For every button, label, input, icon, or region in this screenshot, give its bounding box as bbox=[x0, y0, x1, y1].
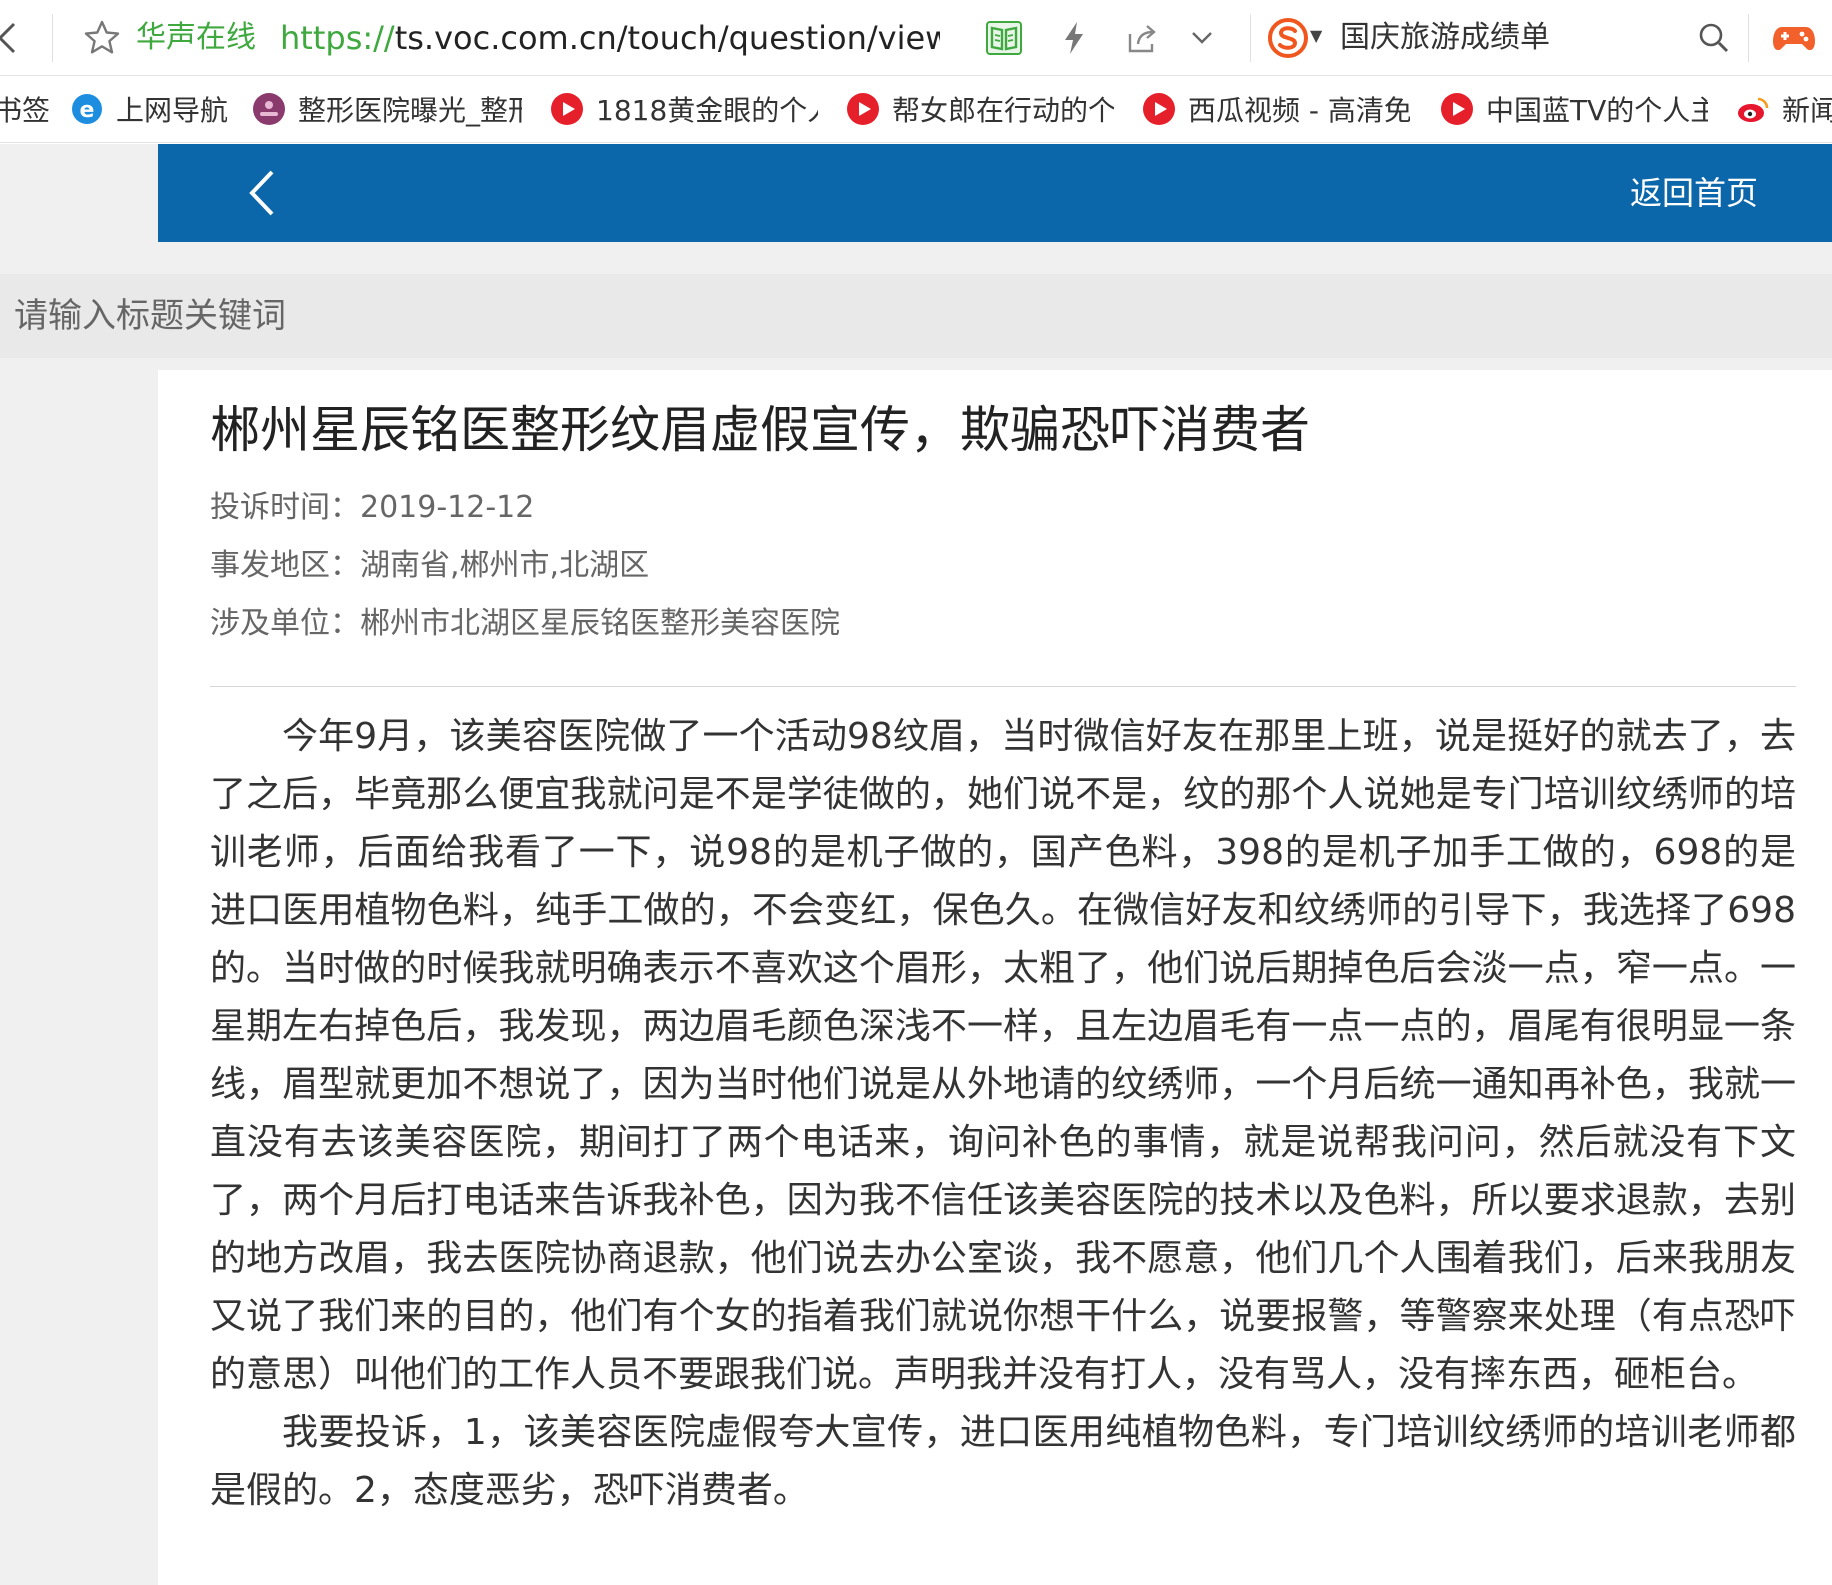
bookmarks-bar: 书签 e 上网导航 整形医院曝光_整形 1818黄金眼的个人 帮女郎在行动的个 … bbox=[0, 77, 1832, 143]
article-card: 郴州星辰铭医整形纹眉虚假宣传，欺骗恐吓消费者 投诉时间：2019-12-12 事… bbox=[158, 370, 1832, 1585]
site-name: 华声在线 bbox=[136, 20, 256, 55]
sogou-search-engine-icon[interactable] bbox=[1266, 16, 1310, 60]
search-icon[interactable] bbox=[1694, 18, 1734, 58]
search-engine-caret-icon[interactable]: ▼ bbox=[1310, 26, 1322, 45]
toolbar-separator bbox=[1748, 14, 1749, 62]
video-play-icon bbox=[1440, 92, 1474, 126]
back-chevron-icon[interactable] bbox=[244, 168, 278, 218]
body-paragraph: 今年9月，该美容医院做了一个活动98纹眉，当时微信好友在那里上班，说是挺好的就去… bbox=[210, 716, 1796, 1395]
chevron-down-icon[interactable] bbox=[1182, 18, 1222, 58]
complaint-time: 投诉时间：2019-12-12 bbox=[210, 488, 534, 528]
bookmark-item[interactable]: 1818黄金眼的个人 bbox=[550, 89, 818, 129]
incident-region: 事发地区：湖南省,郴州市,北湖区 bbox=[210, 546, 649, 586]
toolbar-separator bbox=[1250, 14, 1251, 62]
clinic-logo-icon bbox=[252, 92, 286, 126]
weibo-icon bbox=[1736, 92, 1770, 126]
bookmark-item[interactable]: 西瓜视频 - 高清免 bbox=[1142, 89, 1410, 129]
home-link[interactable]: 返回首页 bbox=[1630, 172, 1758, 214]
meta-value: 湖南省,郴州市,北湖区 bbox=[360, 548, 650, 583]
meta-key: 事发地区： bbox=[210, 548, 360, 583]
game-controller-icon[interactable] bbox=[1772, 18, 1816, 58]
share-icon[interactable] bbox=[1122, 18, 1162, 58]
bookmark-label: 中国蓝TV的个人主 bbox=[1486, 94, 1708, 127]
bookmark-label: 帮女郎在行动的个 bbox=[892, 94, 1114, 127]
bookmark-label: 书签 bbox=[0, 94, 51, 127]
article-body: 今年9月，该美容医院做了一个活动98纹眉，当时微信好友在那里上班，说是挺好的就去… bbox=[210, 708, 1796, 1520]
bookmark-item[interactable]: 中国蓝TV的个人主 bbox=[1440, 89, 1708, 129]
body-paragraph: 我要投诉，1，该美容医院虚假夸大宣传，进口医用纯植物色料，专门培训纹绣师的培训老… bbox=[210, 1412, 1796, 1511]
lightning-icon[interactable] bbox=[1054, 18, 1094, 58]
meta-key: 投诉时间： bbox=[210, 490, 360, 525]
video-play-icon bbox=[846, 92, 880, 126]
address-bar: 华声在线 https://ts.voc.com.cn/touch/questio… bbox=[0, 0, 1832, 76]
search-suggestion[interactable]: 国庆旅游成绩单 bbox=[1340, 20, 1550, 56]
search-bar bbox=[0, 274, 1832, 358]
page-content: 返回首页 郴州星辰铭医整形纹眉虚假宣传，欺骗恐吓消费者 投诉时间：2019-12… bbox=[0, 144, 1832, 1585]
reader-mode-icon[interactable] bbox=[984, 18, 1024, 58]
video-play-icon bbox=[1142, 92, 1176, 126]
bookmark-label: 上网导航 bbox=[116, 94, 229, 127]
bookmark-item[interactable]: 新闻 bbox=[1736, 89, 1832, 129]
video-play-icon bbox=[550, 92, 584, 126]
involved-unit: 涉及单位：郴州市北湖区星辰铭医整形美容医院 bbox=[210, 604, 840, 644]
bookmark-label: 新闻 bbox=[1782, 94, 1832, 127]
url-field[interactable]: https://ts.voc.com.cn/touch/question/vie… bbox=[280, 20, 940, 56]
toolbar-separator bbox=[52, 14, 53, 62]
meta-value: 郴州市北湖区星辰铭医整形美容医院 bbox=[360, 606, 840, 641]
search-input[interactable] bbox=[0, 274, 1832, 358]
url-path: ts.voc.com.cn/touch/question/view/2 bbox=[394, 20, 940, 56]
top-nav-bar: 返回首页 bbox=[158, 144, 1832, 242]
bookmark-label: 1818黄金眼的个人 bbox=[596, 94, 818, 127]
bookmark-label: 整形医院曝光_整形 bbox=[298, 94, 522, 127]
bookmark-star-icon[interactable] bbox=[82, 18, 122, 58]
meta-value: 2019-12-12 bbox=[360, 490, 535, 525]
ie-browser-icon: e bbox=[70, 92, 104, 126]
nav-back-arrow-icon[interactable] bbox=[0, 18, 20, 58]
url-protocol: https:// bbox=[280, 20, 395, 56]
bookmark-label: 西瓜视频 - 高清免 bbox=[1188, 94, 1410, 127]
bookmark-item[interactable]: 书签 bbox=[0, 89, 50, 129]
bookmark-item[interactable]: e 上网导航 bbox=[70, 89, 228, 129]
bookmark-item[interactable]: 整形医院曝光_整形 bbox=[252, 89, 522, 129]
meta-key: 涉及单位： bbox=[210, 606, 360, 641]
bookmark-item[interactable]: 帮女郎在行动的个 bbox=[846, 89, 1114, 129]
svg-text:e: e bbox=[80, 98, 95, 123]
meta-divider bbox=[210, 686, 1796, 687]
article-title: 郴州星辰铭医整形纹眉虚假宣传，欺骗恐吓消费者 bbox=[210, 401, 1310, 459]
